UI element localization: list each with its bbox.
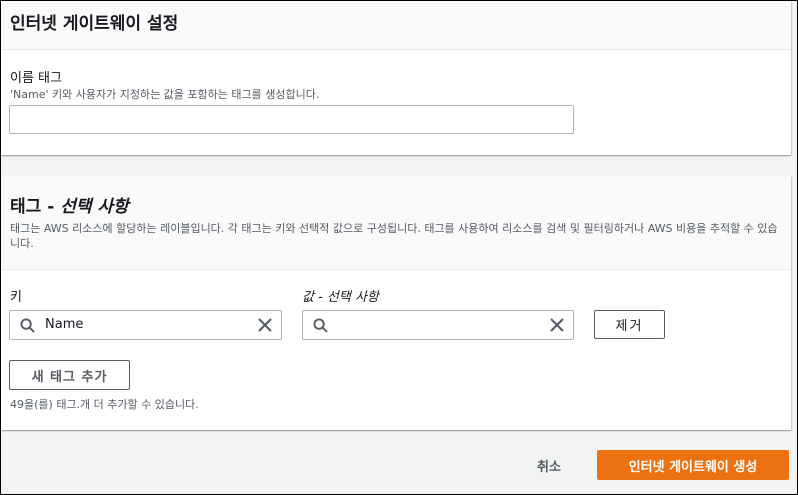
name-tag-input[interactable] xyxy=(9,105,574,134)
name-tag-label: 이름 태그 xyxy=(10,71,62,86)
tags-title-optional: 선택 사항 xyxy=(60,197,129,217)
tags-panel-title: 태그 - 선택 사항 xyxy=(10,192,129,217)
search-icon xyxy=(20,318,35,333)
tag-key-input[interactable]: Name xyxy=(9,310,282,340)
create-internet-gateway-button[interactable]: 인터넷 게이트웨이 생성 xyxy=(597,450,789,480)
cancel-button[interactable]: 취소 xyxy=(537,456,561,475)
tag-value-input[interactable] xyxy=(302,310,574,340)
remove-tag-button[interactable]: 제거 xyxy=(594,310,665,339)
settings-panel-header: 인터넷 게이트웨이 설정 xyxy=(1,1,791,50)
settings-panel-title: 인터넷 게이트웨이 설정 xyxy=(10,14,179,34)
tag-key-value: Name xyxy=(45,317,84,332)
tags-panel: 태그 - 선택 사항 태그는 AWS 리소스에 할당하는 레이블입니다. 각 태… xyxy=(1,176,791,430)
clear-icon[interactable] xyxy=(258,318,272,332)
search-icon xyxy=(313,318,328,333)
tags-panel-description: 태그는 AWS 리소스에 할당하는 레이블입니다. 각 태그는 키와 선택적 값… xyxy=(10,222,778,250)
tags-panel-header: 태그 - 선택 사항 태그는 AWS 리소스에 할당하는 레이블입니다. 각 태… xyxy=(1,176,791,270)
add-tag-button[interactable]: 새 태그 추가 xyxy=(9,360,130,390)
tags-title-main: 태그 - xyxy=(10,197,61,217)
settings-panel: 인터넷 게이트웨이 설정 이름 태그 'Name' 키와 사용자가 지정하는 값… xyxy=(1,1,791,155)
tag-value-label: 값 - 선택 사항 xyxy=(302,290,379,305)
tag-key-label: 키 xyxy=(10,290,22,305)
tag-limit-text: 49을(를) 태그.개 더 추가할 수 있습니다. xyxy=(10,398,199,411)
clear-icon[interactable] xyxy=(550,318,564,332)
name-tag-description: 'Name' 키와 사용자가 지정하는 값을 포함하는 태그를 생성합니다. xyxy=(10,88,320,101)
